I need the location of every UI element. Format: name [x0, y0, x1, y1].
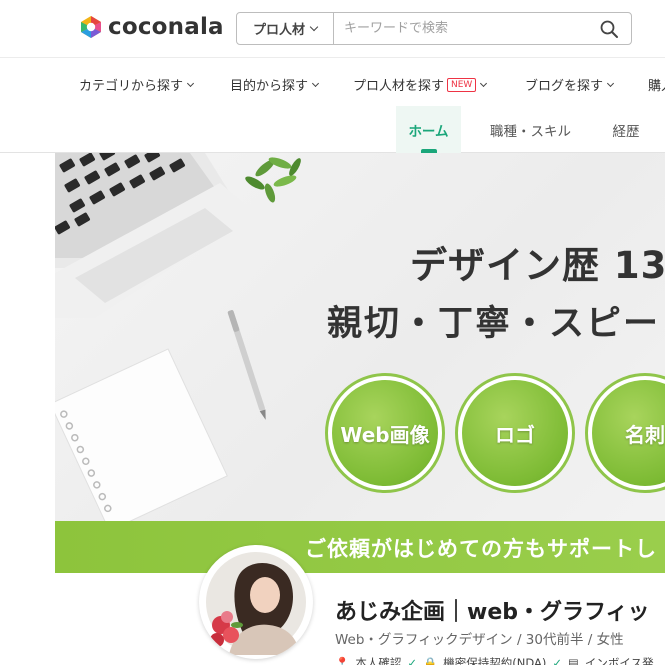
new-badge: NEW: [447, 77, 477, 92]
profile-meta: Web・グラフィックデザイン / 30代前半 / 女性: [335, 632, 624, 648]
nav-item-label: ブログを探す: [525, 79, 604, 94]
banner-strip: ご依頼がはじめての方もサポートし: [55, 521, 665, 573]
chevron-down-icon: [186, 79, 195, 87]
nav-item-purchase[interactable]: 購入: [648, 75, 665, 94]
service-circle-label: ロゴ: [495, 422, 535, 447]
service-circle-web: Web画像: [325, 373, 445, 493]
banner-strip-text: ご依頼がはじめての方もサポートし: [305, 537, 657, 561]
nav-item-label: 目的から探す: [230, 79, 309, 94]
tab-label: 経歴: [612, 123, 640, 140]
search-input[interactable]: [334, 13, 587, 44]
site-header: coconala プロ人材: [0, 0, 665, 58]
avatar-image: [200, 546, 312, 658]
tab-label: 職種・スキル: [490, 123, 571, 140]
profile-name: あじみ企画｜web・グラフィッ: [335, 600, 650, 625]
badge-nda: 機密保持契約(NDA): [443, 656, 547, 665]
badge-invoice: インボイス発: [584, 656, 654, 665]
chevron-down-icon: [480, 79, 488, 87]
search-bar: プロ人材: [236, 12, 632, 45]
chevron-down-icon: [311, 79, 320, 87]
verification-badges: 📍 本人確認 ✓ 🔒 機密保持契約(NDA) ✓ ▤ インボイス発: [335, 655, 654, 665]
logo-text: coconala: [108, 14, 224, 40]
main-nav: カテゴリから探す 目的から探す プロ人材を探す NEW ブログを探す 購入: [0, 58, 665, 106]
tab-skills[interactable]: 職種・スキル: [478, 106, 583, 153]
banner-subtitle: 親切・丁寧・スピー: [327, 304, 661, 344]
banner-title: デザイン歴 13: [410, 244, 665, 287]
search-category-label: プロ人材: [252, 23, 305, 38]
nav-item-purpose[interactable]: 目的から探す: [230, 75, 320, 94]
chevron-down-icon: [606, 79, 615, 87]
profile-avatar[interactable]: [199, 545, 313, 659]
tab-label: ホーム: [408, 123, 449, 140]
badge-identity: 本人確認: [355, 656, 402, 665]
nav-item-blog[interactable]: ブログを探す: [525, 75, 615, 94]
check-icon: ✓: [407, 656, 417, 665]
search-button[interactable]: [587, 13, 631, 44]
nav-item-label: プロ人材を探す: [353, 79, 445, 94]
service-circle-label: 名刺: [625, 422, 665, 447]
service-circle-label: Web画像: [340, 422, 430, 447]
document-icon: ▤: [568, 656, 579, 665]
nav-item-label: 購入: [648, 79, 665, 94]
coconala-logo-icon: [81, 16, 101, 38]
profile-tabs: ホーム 職種・スキル 経歴: [0, 106, 665, 153]
tab-career[interactable]: 経歴: [603, 106, 649, 153]
nav-item-pro-talent[interactable]: プロ人材を探す NEW: [353, 75, 488, 94]
nav-item-label: カテゴリから探す: [79, 79, 184, 94]
search-category-select[interactable]: プロ人材: [237, 13, 334, 44]
search-icon: [600, 20, 618, 38]
tab-home[interactable]: ホーム: [396, 106, 461, 153]
cover-banner: デザイン歴 13 親切・丁寧・スピー Web画像 ロゴ 名刺 ご依頼がはじめての…: [55, 153, 665, 573]
check-icon: ✓: [552, 656, 563, 665]
service-circle-logo: ロゴ: [455, 373, 575, 493]
pin-icon: 📍: [335, 656, 350, 665]
chevron-down-icon: [309, 22, 319, 31]
lock-icon: 🔒: [422, 656, 438, 665]
coconala-logo[interactable]: coconala: [78, 13, 224, 41]
nav-item-categories[interactable]: カテゴリから探す: [79, 75, 195, 94]
